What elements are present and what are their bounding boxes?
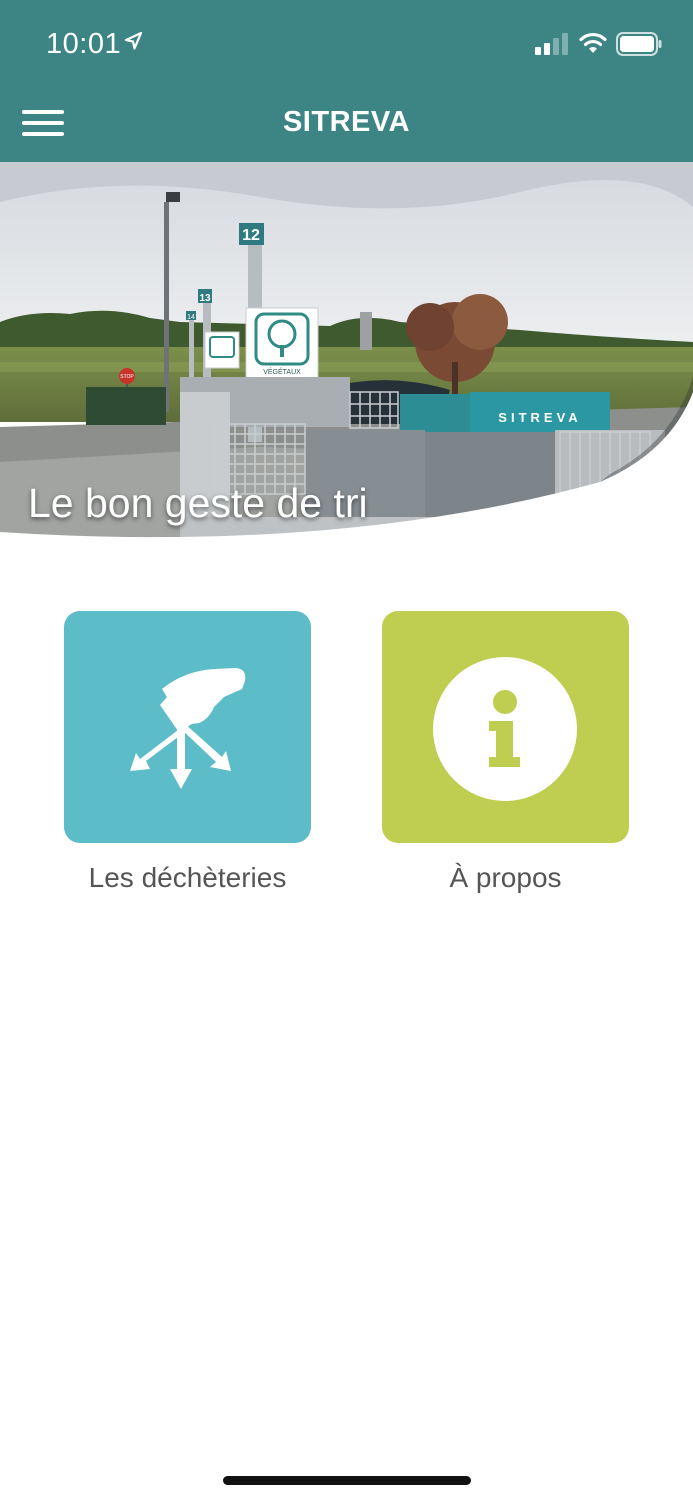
- status-time-text: 10:01: [46, 28, 122, 60]
- about-label[interactable]: À propos: [382, 862, 629, 894]
- sign-number-14: 14: [187, 314, 195, 321]
- home-indicator[interactable]: [223, 1476, 471, 1485]
- status-bar-time: 10:01: [46, 28, 143, 61]
- wifi-icon: [579, 32, 607, 53]
- hero-banner: 12 13 14 VÉGÉTAUX STOP SITREVA Le bon ge…: [0, 162, 693, 542]
- info-icon: [433, 657, 577, 801]
- app-header: 10:01 SITREVA: [0, 0, 693, 162]
- app-title: SITREVA: [282, 106, 411, 138]
- cellular-signal-icon: [535, 33, 568, 55]
- vegetaux-sign-label: VÉGÉTAUX: [263, 367, 301, 376]
- container-sitreva-text: SITREVA: [498, 410, 581, 425]
- sign-number-12: 12: [242, 227, 260, 244]
- waste-sorting-hand-icon: [130, 668, 246, 789]
- sign-number-13: 13: [199, 293, 211, 304]
- hero-caption: Le bon geste de tri: [28, 480, 368, 526]
- dechetteries-label[interactable]: Les déchèteries: [64, 862, 311, 894]
- about-tile[interactable]: [382, 611, 629, 843]
- stop-sign-text: STOP: [120, 374, 134, 380]
- dechetteries-tile[interactable]: [64, 611, 311, 843]
- location-arrow-icon: [124, 31, 143, 50]
- battery-icon: [616, 32, 662, 56]
